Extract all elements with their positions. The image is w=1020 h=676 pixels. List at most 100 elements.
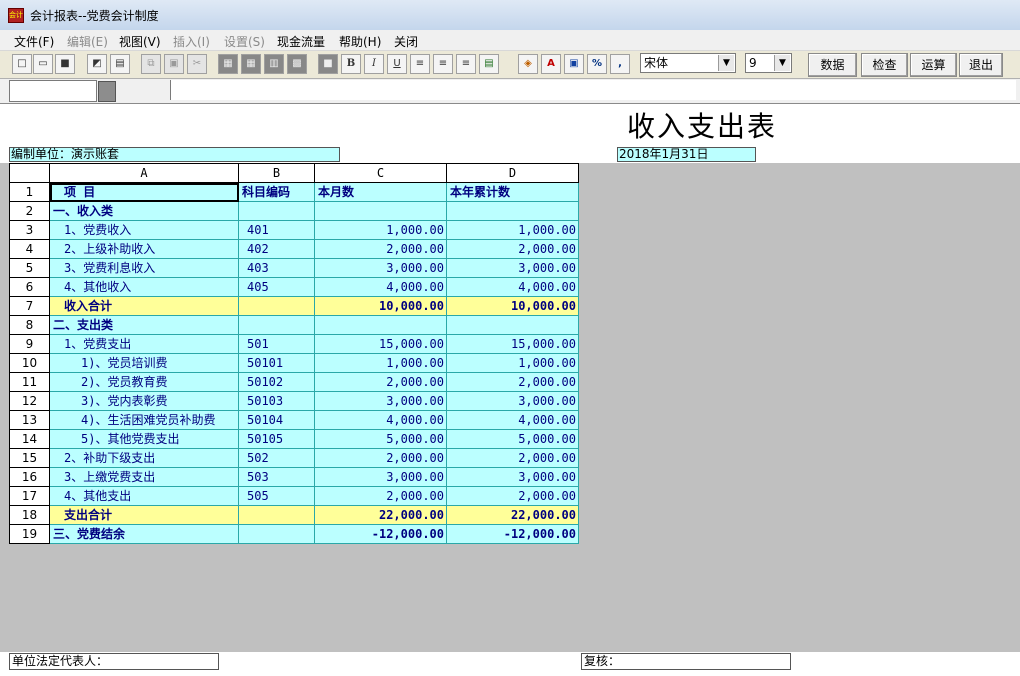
legal-representative-field[interactable]: 单位法定代表人：: [9, 653, 219, 670]
year-to-date-cell[interactable]: 本年累计数: [446, 182, 579, 202]
insert-row-icon[interactable]: ▦: [218, 54, 238, 74]
year-to-date-cell[interactable]: 5,000.00: [446, 429, 579, 449]
year-to-date-cell[interactable]: -12,000.00: [446, 524, 579, 544]
year-to-date-cell[interactable]: 15,000.00: [446, 334, 579, 354]
current-month-cell[interactable]: [314, 315, 447, 335]
row-number[interactable]: 2: [9, 201, 50, 221]
align-center-icon[interactable]: ≡: [433, 54, 453, 74]
item-name-cell[interactable]: 5)、其他党费支出: [49, 429, 239, 449]
item-name-cell[interactable]: 3、党费利息收入: [49, 258, 239, 278]
align-right-icon[interactable]: ≡: [456, 54, 476, 74]
border-icon[interactable]: ▣: [564, 54, 584, 74]
item-name-cell[interactable]: 4、其他支出: [49, 486, 239, 506]
item-name-cell[interactable]: 一、收入类: [49, 201, 239, 221]
account-code-cell[interactable]: 50105: [238, 429, 315, 449]
year-to-date-cell[interactable]: 3,000.00: [446, 258, 579, 278]
row-number[interactable]: 5: [9, 258, 50, 278]
item-name-cell[interactable]: 项 目: [49, 182, 239, 202]
current-month-cell[interactable]: 2,000.00: [314, 372, 447, 392]
current-month-cell[interactable]: -12,000.00: [314, 524, 447, 544]
cell-reference-input[interactable]: [9, 80, 97, 102]
reviewer-field[interactable]: 复核：: [581, 653, 791, 670]
account-code-cell[interactable]: [238, 505, 315, 525]
delete-row-icon[interactable]: ▦: [241, 54, 261, 74]
account-code-cell[interactable]: 50104: [238, 410, 315, 430]
year-to-date-cell[interactable]: 2,000.00: [446, 372, 579, 392]
unit-field[interactable]: 编制单位：演示账套: [9, 147, 340, 162]
menu-help[interactable]: 帮助(H): [339, 33, 381, 50]
account-code-cell[interactable]: 403: [238, 258, 315, 278]
current-month-cell[interactable]: 3,000.00: [314, 258, 447, 278]
row-number[interactable]: 6: [9, 277, 50, 297]
row-number[interactable]: 3: [9, 220, 50, 240]
column-header-c[interactable]: C: [314, 163, 447, 183]
insert-col-icon[interactable]: ▥: [264, 54, 284, 74]
row-number[interactable]: 16: [9, 467, 50, 487]
save-icon[interactable]: ■: [55, 54, 75, 74]
align-left-icon[interactable]: ≡: [410, 54, 430, 74]
year-to-date-cell[interactable]: [446, 201, 579, 221]
menu-insert[interactable]: 插入(I): [173, 33, 210, 50]
fill-color-icon[interactable]: ◈: [518, 54, 538, 74]
date-field[interactable]: 2018年1月31日: [617, 147, 756, 162]
current-month-cell[interactable]: 5,000.00: [314, 429, 447, 449]
year-to-date-cell[interactable]: 22,000.00: [446, 505, 579, 525]
account-code-cell[interactable]: 505: [238, 486, 315, 506]
row-number[interactable]: 4: [9, 239, 50, 259]
item-name-cell[interactable]: 支出合计: [49, 505, 239, 525]
lock-icon[interactable]: ▩: [287, 54, 307, 74]
paste-icon[interactable]: ▣: [164, 54, 184, 74]
current-month-cell[interactable]: 1,000.00: [314, 353, 447, 373]
year-to-date-cell[interactable]: 4,000.00: [446, 410, 579, 430]
exit-button[interactable]: 退出: [959, 53, 1003, 77]
current-month-cell[interactable]: 2,000.00: [314, 486, 447, 506]
row-number[interactable]: 19: [9, 524, 50, 544]
account-code-cell[interactable]: [238, 315, 315, 335]
current-month-cell[interactable]: 本月数: [314, 182, 447, 202]
item-name-cell[interactable]: 2、补助下级支出: [49, 448, 239, 468]
row-number[interactable]: 11: [9, 372, 50, 392]
data-button[interactable]: 数据: [808, 53, 857, 77]
current-month-cell[interactable]: 2,000.00: [314, 448, 447, 468]
open-folder-icon[interactable]: ▭: [33, 54, 53, 74]
row-number[interactable]: 8: [9, 315, 50, 335]
italic-icon[interactable]: I: [364, 54, 384, 74]
row-number[interactable]: 1: [9, 182, 50, 202]
current-month-cell[interactable]: 10,000.00: [314, 296, 447, 316]
current-month-cell[interactable]: 4,000.00: [314, 277, 447, 297]
year-to-date-cell[interactable]: 1,000.00: [446, 353, 579, 373]
menu-file[interactable]: 文件(F): [14, 33, 54, 50]
underline-icon[interactable]: U: [387, 54, 407, 74]
account-code-cell[interactable]: 502: [238, 448, 315, 468]
current-month-cell[interactable]: 1,000.00: [314, 220, 447, 240]
bold-icon[interactable]: B: [341, 54, 361, 74]
print-preview-icon[interactable]: ◩: [87, 54, 107, 74]
year-to-date-cell[interactable]: 4,000.00: [446, 277, 579, 297]
current-month-cell[interactable]: 3,000.00: [314, 467, 447, 487]
cell-reference-button[interactable]: [98, 81, 116, 102]
year-to-date-cell[interactable]: 2,000.00: [446, 448, 579, 468]
delete-col-icon[interactable]: ■: [318, 54, 338, 74]
account-code-cell[interactable]: 50103: [238, 391, 315, 411]
account-code-cell[interactable]: 503: [238, 467, 315, 487]
cut-icon[interactable]: ✂: [187, 54, 207, 74]
current-month-cell[interactable]: 4,000.00: [314, 410, 447, 430]
account-code-cell[interactable]: [238, 524, 315, 544]
current-month-cell[interactable]: 3,000.00: [314, 391, 447, 411]
column-header-a[interactable]: A: [49, 163, 239, 183]
calculate-button[interactable]: 运算: [910, 53, 957, 77]
item-name-cell[interactable]: 3)、党内表彰费: [49, 391, 239, 411]
menu-view[interactable]: 视图(V): [119, 33, 161, 50]
year-to-date-cell[interactable]: 2,000.00: [446, 239, 579, 259]
menu-edit[interactable]: 编辑(E): [67, 33, 108, 50]
font-size-select[interactable]: 9 ▼: [745, 53, 792, 73]
item-name-cell[interactable]: 3、上缴党费支出: [49, 467, 239, 487]
current-month-cell[interactable]: [314, 201, 447, 221]
row-number[interactable]: 18: [9, 505, 50, 525]
account-code-cell[interactable]: [238, 296, 315, 316]
year-to-date-cell[interactable]: 1,000.00: [446, 220, 579, 240]
current-month-cell[interactable]: 22,000.00: [314, 505, 447, 525]
row-number[interactable]: 14: [9, 429, 50, 449]
account-code-cell[interactable]: 401: [238, 220, 315, 240]
item-name-cell[interactable]: 收入合计: [49, 296, 239, 316]
